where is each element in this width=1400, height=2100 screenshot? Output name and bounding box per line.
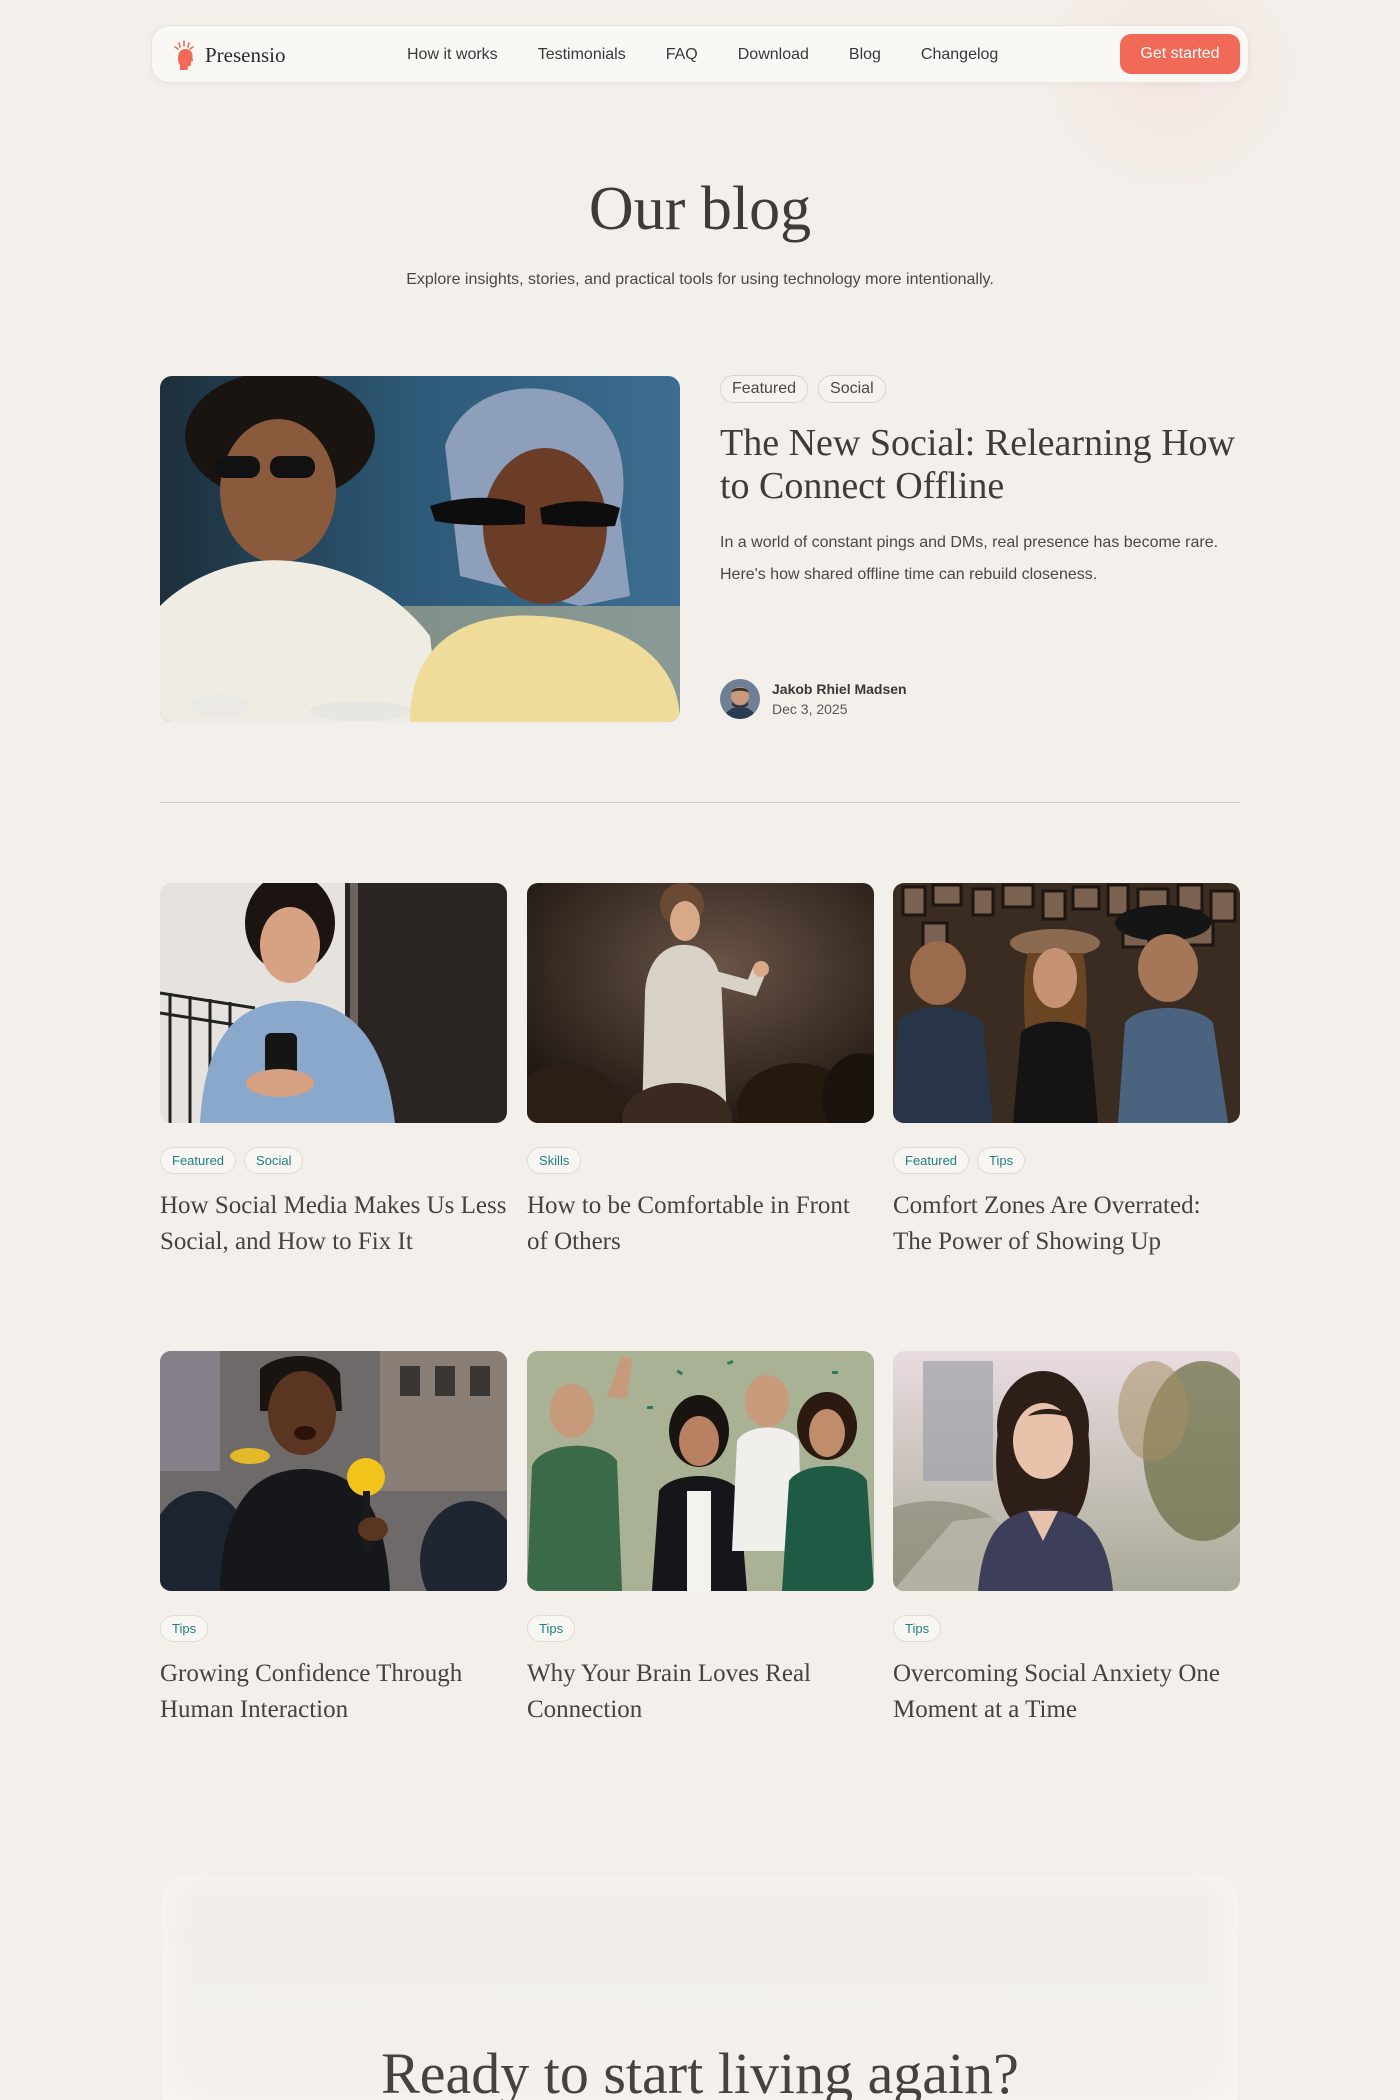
tag-tips[interactable]: Tips — [893, 1615, 942, 1642]
post-image[interactable] — [893, 883, 1240, 1123]
tag-social[interactable]: Social — [244, 1147, 304, 1174]
head-logo-icon — [172, 39, 198, 71]
post-image[interactable] — [893, 1351, 1240, 1591]
nav-link-changelog[interactable]: Changelog — [921, 46, 998, 64]
cta-title: Ready to start living again? — [381, 2041, 1019, 2100]
tag-featured[interactable]: Featured — [720, 375, 809, 403]
logo[interactable]: Presensio — [172, 39, 286, 71]
nav-link-blog[interactable]: Blog — [849, 46, 881, 64]
nav-link-faq[interactable]: FAQ — [666, 46, 698, 64]
featured-post-title[interactable]: The New Social: Relearning How to Connec… — [720, 422, 1250, 508]
get-started-button[interactable]: Get started — [1120, 34, 1240, 74]
section-divider — [160, 802, 1240, 803]
tag-skills[interactable]: Skills — [527, 1147, 582, 1174]
post-date: Dec 3, 2025 — [772, 701, 848, 717]
author-block: Jakob Rhiel Madsen Dec 3, 2025 — [720, 679, 907, 719]
post-card[interactable]: Featured Tips Comfort Zones Are Overrate… — [893, 883, 1240, 1260]
post-title[interactable]: Overcoming Social Anxiety One Moment at … — [893, 1656, 1240, 1728]
post-card[interactable]: Featured Social How Social Media Makes U… — [160, 883, 507, 1260]
post-title[interactable]: Comfort Zones Are Overrated: The Power o… — [893, 1188, 1240, 1260]
post-title[interactable]: How to be Comfortable in Front of Others — [527, 1188, 874, 1260]
post-tags: Tips — [893, 1615, 1240, 1642]
post-title[interactable]: Growing Confidence Through Human Interac… — [160, 1656, 507, 1728]
author-name[interactable]: Jakob Rhiel Madsen — [772, 681, 907, 697]
nav-link-testimonials[interactable]: Testimonials — [538, 46, 626, 64]
featured-post-image[interactable] — [160, 376, 680, 722]
post-tags: Tips — [160, 1615, 507, 1642]
post-image[interactable] — [527, 1351, 874, 1591]
post-card[interactable]: Tips Why Your Brain Loves Real Connectio… — [527, 1351, 874, 1728]
post-card[interactable]: Skills How to be Comfortable in Front of… — [527, 883, 874, 1260]
author-avatar — [720, 679, 760, 719]
tag-tips[interactable]: Tips — [977, 1147, 1026, 1174]
brand-name: Presensio — [205, 42, 286, 67]
page-title: Our blog — [588, 175, 812, 243]
post-image[interactable] — [527, 883, 874, 1123]
featured-post-excerpt: In a world of constant pings and DMs, re… — [720, 534, 1219, 583]
post-image[interactable] — [160, 1351, 507, 1591]
tag-tips[interactable]: Tips — [527, 1615, 576, 1642]
post-title[interactable]: How Social Media Makes Us Less Social, a… — [160, 1188, 507, 1260]
post-tags: Featured Social — [160, 1147, 507, 1174]
nav-links: How it works Testimonials FAQ Download B… — [407, 26, 1038, 84]
post-tags: Tips — [527, 1615, 874, 1642]
page-subtitle: Explore insights, stories, and practical… — [406, 271, 994, 288]
tag-social[interactable]: Social — [818, 375, 886, 403]
tag-tips[interactable]: Tips — [160, 1615, 209, 1642]
post-tags: Featured Tips — [893, 1147, 1240, 1174]
post-tags: Skills — [527, 1147, 874, 1174]
post-card[interactable]: Tips Growing Confidence Through Human In… — [160, 1351, 507, 1728]
featured-tags: Featured Social — [720, 375, 886, 403]
tag-featured[interactable]: Featured — [160, 1147, 237, 1174]
nav-link-how-it-works[interactable]: How it works — [407, 46, 498, 64]
navbar: Presensio How it works Testimonials FAQ … — [151, 25, 1249, 83]
post-title[interactable]: Why Your Brain Loves Real Connection — [527, 1656, 874, 1728]
nav-link-download[interactable]: Download — [738, 46, 809, 64]
tag-featured[interactable]: Featured — [893, 1147, 970, 1174]
post-card[interactable]: Tips Overcoming Social Anxiety One Momen… — [893, 1351, 1240, 1728]
post-image[interactable] — [160, 883, 507, 1123]
